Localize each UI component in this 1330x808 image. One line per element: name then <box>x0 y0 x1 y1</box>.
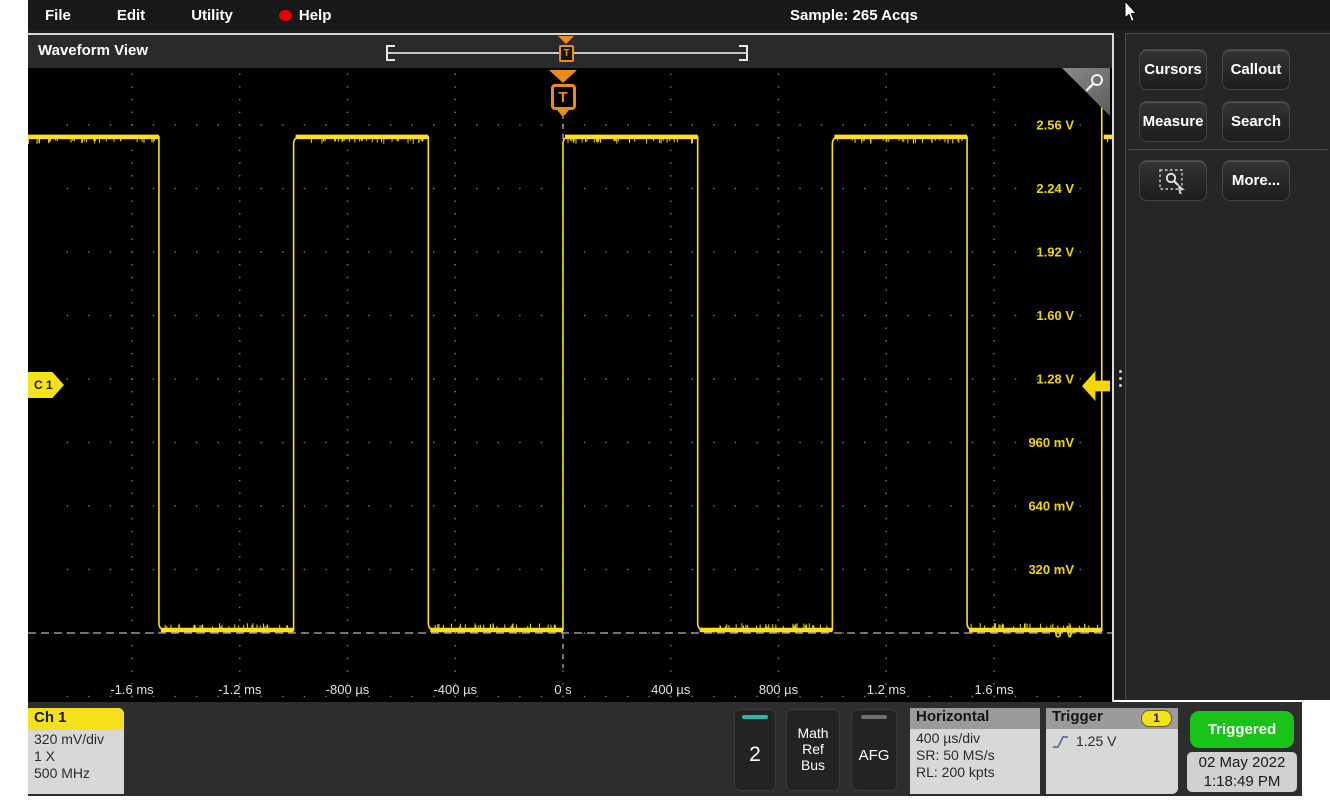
svg-text:-400 µs: -400 µs <box>433 682 477 697</box>
time-label: 1:18:49 PM <box>1187 772 1297 791</box>
menu-file[interactable]: File <box>31 7 85 24</box>
waveform-view-title: Waveform View <box>38 42 148 59</box>
horizontal-sample-rate: SR: 50 MS/s <box>910 746 1040 763</box>
svg-text:1.92 V: 1.92 V <box>1036 244 1074 259</box>
afg-button[interactable]: AFG <box>851 709 897 791</box>
trigger-status-badge[interactable]: Triggered <box>1190 711 1294 748</box>
mouse-cursor-icon <box>1124 1 1138 23</box>
svg-text:1.2 ms: 1.2 ms <box>867 682 907 697</box>
svg-text:640 mV: 640 mV <box>1028 498 1074 513</box>
ch1-waveform-flats <box>28 137 1112 630</box>
voltage-axis-labels: 2.56 V 2.24 V 1.92 V 1.60 V 1.28 V 960 mV 640 … <box>1028 117 1074 640</box>
svg-text:400 µs: 400 µs <box>651 682 691 697</box>
menu-help-label: Help <box>299 7 332 24</box>
svg-text:2.24 V: 2.24 V <box>1036 181 1074 196</box>
grid-dots <box>67 73 1081 697</box>
time-axis-labels: -1.6 ms -1.2 ms -800 µs -400 µs 0 s 400 µs 800… <box>110 682 1014 697</box>
math-label: Math <box>787 725 839 741</box>
math-ref-bus-button[interactable]: Math Ref Bus <box>786 709 840 791</box>
channel-2-label: 2 <box>735 743 775 767</box>
results-panel: Cursors Callout Measure Search More... <box>1125 33 1330 700</box>
svg-text:1.6 ms: 1.6 ms <box>974 682 1014 697</box>
trigger-t-icon: T <box>551 84 576 110</box>
panel-divider <box>1129 149 1327 150</box>
svg-text:800 µs: 800 µs <box>759 682 799 697</box>
waveform-titlebar: Waveform View T <box>28 35 1112 68</box>
menu-file-label: File <box>45 7 71 24</box>
record-dot-icon <box>279 10 292 21</box>
cursors-button[interactable]: Cursors <box>1139 49 1207 90</box>
svg-text:1.60 V: 1.60 V <box>1036 308 1074 323</box>
magnifier-icon <box>1084 72 1106 94</box>
horizontal-title: Horizontal <box>910 708 1040 729</box>
trigger-settings-badge[interactable]: Trigger 1 1.25 V <box>1046 708 1178 794</box>
svg-text:2.56 V: 2.56 V <box>1036 117 1074 132</box>
channel-1-bandwidth: 500 MHz <box>28 764 124 781</box>
menu-edit[interactable]: Edit <box>103 7 159 24</box>
waveform-window: Waveform View T 2.56 V 2.24 V 1.92 V 1.60 V… <box>28 33 1114 702</box>
channel-1-badge[interactable]: Ch 1 320 mV/div 1 X 500 MHz <box>28 708 124 794</box>
settings-bar: Ch 1 320 mV/div 1 X 500 MHz 2 Math Ref B… <box>28 702 1302 796</box>
channel-1-attenuation: 1 X <box>28 747 124 764</box>
panel-drag-handle[interactable] <box>1116 360 1124 396</box>
horizontal-scale: 400 µs/div <box>910 729 1040 746</box>
menu-help[interactable]: Help <box>265 7 346 24</box>
bus-label: Bus <box>787 757 839 773</box>
trigger-source-badge: 1 <box>1141 710 1172 727</box>
more-button[interactable]: More... <box>1222 160 1290 201</box>
afg-color-bar <box>861 715 887 719</box>
overview-trigger-caret-icon <box>558 36 574 44</box>
svg-text:-1.6 ms: -1.6 ms <box>110 682 154 697</box>
waveform-plot[interactable]: 2.56 V 2.24 V 1.92 V 1.60 V 1.28 V 960 mV 640 … <box>28 68 1112 702</box>
svg-text:960 mV: 960 mV <box>1028 435 1074 450</box>
svg-text:-1.2 ms: -1.2 ms <box>218 682 262 697</box>
trigger-tail-icon <box>557 110 569 117</box>
svg-text:1.28 V: 1.28 V <box>1036 371 1074 386</box>
overview-trigger-marker[interactable]: T <box>559 45 574 62</box>
menu-edit-label: Edit <box>117 7 145 24</box>
measure-button[interactable]: Measure <box>1139 101 1207 142</box>
trigger-level-value: 1.25 V <box>1076 733 1116 749</box>
channel-1-scale: 320 mV/div <box>28 730 124 747</box>
channel-2-color-bar <box>742 715 768 719</box>
afg-label: AFG <box>852 747 896 764</box>
overview-left-bracket[interactable] <box>386 45 395 61</box>
acquisition-overview-bar[interactable]: T <box>386 43 748 63</box>
rising-edge-icon <box>1052 734 1070 749</box>
svg-text:320 mV: 320 mV <box>1028 562 1074 577</box>
channel-2-button[interactable]: 2 <box>734 709 776 791</box>
acquisition-status: Sample: 265 Acqs <box>790 7 918 24</box>
trigger-position-marker[interactable]: T <box>546 70 580 117</box>
graticule[interactable]: 2.56 V 2.24 V 1.92 V 1.60 V 1.28 V 960 mV 640 … <box>28 68 1112 702</box>
svg-text:-800 µs: -800 µs <box>326 682 370 697</box>
horizontal-record-length: RL: 200 kpts <box>910 763 1040 780</box>
trigger-title: Trigger <box>1052 708 1103 725</box>
svg-text:0 s: 0 s <box>554 682 572 697</box>
datetime-display: 02 May 2022 1:18:49 PM <box>1187 752 1297 792</box>
horizontal-settings-badge[interactable]: Horizontal 400 µs/div SR: 50 MS/s RL: 20… <box>910 708 1040 794</box>
menu-utility-label: Utility <box>191 7 233 24</box>
callout-button[interactable]: Callout <box>1222 49 1290 90</box>
trigger-caret-icon <box>549 70 577 83</box>
svg-text:0 V: 0 V <box>1054 626 1074 641</box>
zoom-select-icon <box>1158 168 1188 194</box>
ref-label: Ref <box>787 741 839 757</box>
date-label: 02 May 2022 <box>1187 753 1297 772</box>
search-button[interactable]: Search <box>1222 101 1290 142</box>
ch1-waveform-trace <box>28 74 1102 630</box>
zoom-select-button[interactable] <box>1139 160 1207 201</box>
overview-right-bracket[interactable] <box>739 45 748 61</box>
menu-utility[interactable]: Utility <box>177 7 247 24</box>
channel-1-name: Ch 1 <box>28 708 124 730</box>
